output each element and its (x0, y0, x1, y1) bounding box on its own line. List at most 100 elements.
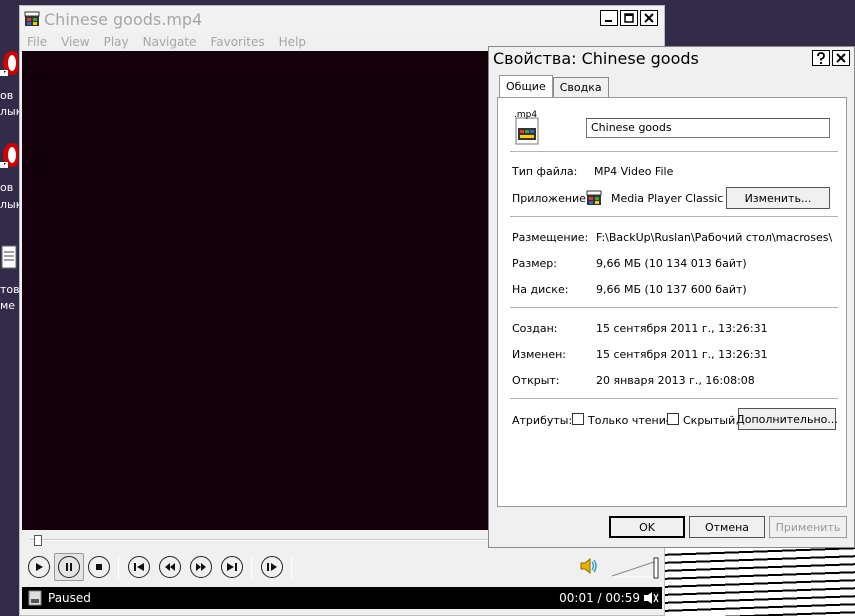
location-value: F:\BackUp\Ruslan\Рабочий стол\macroses\L… (596, 231, 832, 244)
skip-back-icon (134, 563, 144, 571)
desktop-icon-label: лык (0, 198, 20, 211)
ok-button[interactable]: OK (609, 516, 685, 538)
dialog-close-button[interactable] (832, 50, 850, 66)
maximize-icon (624, 13, 634, 23)
desktop-icon-document[interactable] (0, 244, 20, 273)
media-player-app-icon (586, 190, 602, 205)
film-clapper-icon (24, 11, 40, 26)
location-label: Размещение: (512, 231, 589, 244)
volume-slider[interactable] (610, 556, 660, 580)
play-icon (36, 563, 43, 571)
hidden-checkbox[interactable] (667, 413, 679, 425)
minimize-button[interactable] (600, 10, 618, 26)
menu-favorites[interactable]: Favorites (210, 35, 264, 49)
dialog-title: Свойства: Chinese goods (493, 49, 699, 68)
advanced-button[interactable]: Дополнительно... (736, 408, 838, 430)
next-button[interactable] (221, 556, 243, 578)
desktop-icon-label: ов (0, 181, 14, 194)
pause-icon (66, 563, 72, 571)
rewind-icon (165, 563, 175, 571)
skip-forward-icon (227, 563, 237, 571)
opened-label: Открыт: (512, 374, 560, 387)
modified-value: 15 сентября 2011 г., 13:26:31 (596, 348, 768, 361)
change-button[interactable]: Изменить... (726, 187, 830, 209)
speaker-icon[interactable] (578, 555, 600, 577)
player-title: Chinese goods.mp4 (44, 9, 203, 29)
menu-file[interactable]: File (27, 35, 47, 49)
application-value: Media Player Classic - (611, 192, 731, 205)
frame-step-button[interactable] (261, 556, 283, 578)
stop-icon (96, 564, 102, 570)
dialog-tabs: Общие Сводка (499, 75, 609, 97)
maximize-button[interactable] (620, 10, 638, 26)
size-label: Размер: (512, 257, 557, 270)
desktop-icon-opera-2[interactable] (0, 142, 21, 171)
opened-value: 20 января 2013 г., 16:08:08 (596, 374, 755, 387)
desktop-icon-label: тов (0, 283, 20, 296)
desktop-icon-label: ме (0, 299, 16, 312)
audio-status-icon (644, 592, 659, 604)
rewind-button[interactable] (159, 556, 181, 578)
frame-step-icon (267, 563, 277, 571)
file-status-icon (28, 590, 42, 606)
close-button[interactable] (640, 10, 658, 26)
fast-forward-icon (196, 563, 206, 571)
player-titlebar[interactable]: Chinese goods.mp4 (20, 6, 664, 32)
application-label: Приложение: (512, 192, 590, 205)
divider (510, 151, 838, 152)
menu-play[interactable]: Play (104, 35, 129, 49)
disk-size-value: 9,66 МБ (10 137 600 байт) (596, 283, 747, 296)
playback-controls (22, 552, 662, 582)
opera-icon (0, 51, 21, 77)
play-button[interactable] (28, 556, 50, 578)
desktop-icon-label: ов (0, 89, 14, 102)
document-icon (1, 245, 17, 269)
file-type-label: Тип файла: (512, 165, 578, 178)
desktop-stripes-decoration (660, 548, 855, 616)
hidden-label: Скрытый (683, 414, 736, 427)
opera-icon (0, 143, 21, 169)
fast-forward-button[interactable] (190, 556, 212, 578)
size-value: 9,66 МБ (10 134 013 байт) (596, 257, 747, 270)
dialog-titlebar[interactable]: Свойства: Chinese goods (489, 47, 854, 70)
player-statusbar: Paused 00:01 / 00:59 (22, 587, 662, 609)
minimize-icon (605, 20, 612, 22)
apply-button[interactable]: Применить (769, 516, 847, 538)
disk-size-label: На диске: (512, 283, 569, 296)
divider (510, 216, 838, 217)
created-label: Создан: (512, 322, 558, 335)
stop-button[interactable] (88, 556, 110, 578)
desktop-icon-label: лык (0, 105, 20, 118)
file-type-value: MP4 Video File (594, 165, 674, 178)
toolbar-separator (118, 555, 119, 579)
playback-time: 00:01 / 00:59 (559, 591, 640, 605)
playback-status: Paused (48, 591, 91, 605)
file-name-input[interactable]: Chinese goods (586, 118, 830, 138)
attributes-label: Атрибуты: (512, 414, 573, 427)
toolbar-separator (291, 555, 292, 579)
file-icon-label: .mp4 (514, 110, 538, 120)
divider (510, 307, 838, 308)
general-tab-panel: .mp4 Chinese goods Тип файла: MP4 Video … (497, 97, 847, 507)
previous-button[interactable] (128, 556, 150, 578)
modified-label: Изменен: (512, 348, 567, 361)
menu-view[interactable]: View (61, 35, 89, 49)
desktop-icon-opera-1[interactable] (0, 50, 21, 79)
cancel-button[interactable]: Отмена (689, 516, 765, 538)
readonly-checkbox[interactable] (572, 413, 584, 425)
seek-thumb[interactable] (34, 535, 42, 546)
question-icon (817, 52, 825, 64)
created-value: 15 сентября 2011 г., 13:26:31 (596, 322, 768, 335)
tab-general[interactable]: Общие (499, 75, 553, 97)
menu-navigate[interactable]: Navigate (143, 35, 197, 49)
help-button[interactable] (812, 50, 830, 66)
close-icon (836, 53, 846, 63)
toolbar-separator (251, 555, 252, 579)
properties-dialog: Свойства: Chinese goods Общие Сводка .mp… (488, 46, 855, 548)
close-icon (644, 13, 654, 23)
menu-help[interactable]: Help (279, 35, 306, 49)
pause-button[interactable] (54, 553, 84, 581)
tab-summary[interactable]: Сводка (552, 77, 609, 97)
readonly-label: Только чтение (588, 414, 673, 427)
divider (510, 398, 838, 399)
